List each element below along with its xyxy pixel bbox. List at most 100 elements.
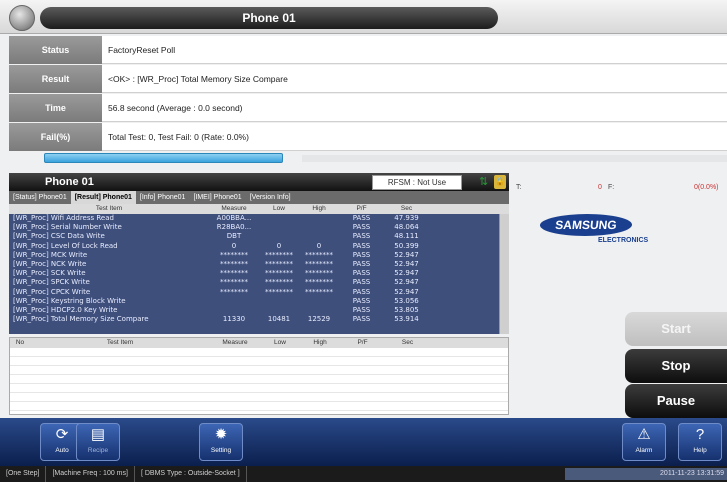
column-header[interactable]: Test Item [9, 204, 209, 214]
table-row[interactable]: [WR_Proc] CSC Data Write DBT PASS 48.111 [9, 232, 509, 241]
column-header[interactable]: P/F [339, 204, 384, 214]
table-row[interactable]: [WR_Proc] Total Memory Size Compare 11330… [9, 315, 509, 324]
tab-imei-phone01[interactable]: [IMEI] Phone01 [189, 191, 245, 204]
result-scrollbar[interactable] [499, 214, 509, 334]
table-cell: A00BBA... [216, 214, 252, 222]
column-header[interactable]: High [300, 338, 340, 348]
column-header[interactable]: Measure [209, 204, 259, 214]
column-header[interactable]: Test Item [30, 338, 210, 348]
fail-value: Total Test: 0, Test Fail: 0 (Rate: 0.0%) [102, 123, 727, 151]
table-cell: [WR_Proc] CSC Data Write [13, 232, 105, 241]
tab-status-phone01[interactable]: [Status] Phone01 [9, 191, 71, 204]
f-label: F: [608, 184, 615, 191]
column-header[interactable]: Low [260, 338, 300, 348]
column-header[interactable]: No [10, 338, 30, 348]
tab-version-info[interactable]: [Version Info] [246, 191, 295, 204]
table-row [10, 402, 508, 411]
table-cell [299, 306, 339, 315]
status-bar-item: [Machine Freq : 100 ms] [46, 466, 135, 482]
table-cell: ******** [305, 269, 333, 278]
window-orb-icon[interactable] [9, 5, 35, 31]
table-cell: [WR_Proc] Total Memory Size Compare [13, 315, 149, 324]
table-cell: PASS [352, 250, 371, 259]
sync-arrows-icon[interactable]: ⇅ [479, 175, 491, 189]
column-header[interactable]: P/F [340, 338, 385, 348]
table-cell: ******** [305, 287, 333, 296]
table-cell: [WR_Proc] Keystring Block Write [13, 296, 126, 305]
table-cell: R28BA0... [216, 223, 252, 232]
table-cell: ******** [220, 287, 248, 296]
column-header[interactable]: Sec [384, 204, 429, 214]
table-cell [299, 223, 339, 232]
table-cell: 52.947 [394, 250, 419, 259]
table-cell: ******** [220, 269, 248, 278]
table-cell: ******** [305, 278, 333, 287]
recipe-label: Recipe [87, 447, 109, 454]
table-cell: 50.399 [394, 241, 419, 250]
document-icon: ▤ [90, 426, 106, 443]
table-cell: [WR_Proc] SCK Write [13, 269, 86, 278]
stop-button[interactable]: Stop [625, 349, 727, 383]
lock-icon[interactable]: 🔒 [494, 175, 506, 189]
table-row [10, 357, 508, 366]
table-row[interactable]: [WR_Proc] Keystring Block Write PASS 53.05… [9, 297, 509, 306]
table-cell [299, 297, 339, 306]
table-cell: 0 [316, 241, 322, 250]
table-cell: 12529 [307, 315, 331, 324]
table-cell: [WR_Proc] HDCP2.0 Key Write [13, 305, 118, 314]
table-row[interactable]: [WR_Proc] HDCP2.0 Key Write PASS 53.805 [9, 306, 509, 315]
table-cell: ******** [265, 250, 293, 259]
result-table-body: [WR_Proc] Wifi Address Read A00BBA... PASS… [9, 214, 509, 324]
table-row[interactable]: [WR_Proc] Serial Number Write R28BA0... PA… [9, 223, 509, 232]
test-fail-summary: T: 0 F: 0(0.0%) [514, 178, 727, 192]
table-cell: ******** [305, 250, 333, 259]
table-cell: PASS [352, 241, 371, 250]
gear-icon: ✹ [214, 426, 228, 443]
table-cell: [WR_Proc] CPCK Write [13, 287, 91, 296]
table-cell: [WR_Proc] Wifi Address Read [13, 214, 114, 222]
table-row[interactable]: [WR_Proc] SPCK Write ******** ******** ****… [9, 278, 509, 287]
alarm-label: Alarm [635, 447, 653, 454]
table-cell [209, 306, 259, 315]
column-header[interactable]: Measure [210, 338, 260, 348]
table-row[interactable]: [WR_Proc] NCK Write ******** ******** *****… [9, 260, 509, 269]
recipe-button[interactable]: ▤ Recipe [76, 423, 120, 461]
tab-info-phone01[interactable]: [Info] Phone01 [136, 191, 190, 204]
tab-result-phone01[interactable]: [Result] Phone01 [70, 191, 136, 204]
table-cell: [WR_Proc] SPCK Write [13, 278, 90, 287]
secondary-table: No Test Item Measure Low High P/F Sec [9, 337, 509, 415]
help-button[interactable]: ? Help [678, 423, 722, 461]
table-cell: ******** [220, 259, 248, 268]
table-cell: 53.805 [394, 305, 419, 314]
table-cell: PASS [352, 296, 371, 305]
table-row[interactable]: [WR_Proc] SCK Write ******** ******** *****… [9, 269, 509, 278]
table-cell: 47.939 [394, 214, 419, 222]
table-cell: 48.064 [394, 223, 419, 232]
table-cell [209, 297, 259, 306]
table-row[interactable]: [WR_Proc] MCK Write ******** ******** *****… [9, 251, 509, 260]
pause-button[interactable]: Pause [625, 384, 727, 418]
column-header[interactable]: High [299, 204, 339, 214]
t-label: T: [516, 184, 522, 191]
table-cell: PASS [352, 223, 371, 232]
datetime-display: 2011-11-23 13:31:59 [565, 468, 727, 480]
start-button[interactable]: Start [625, 312, 727, 346]
alarm-button[interactable]: ⚠ Alarm [622, 423, 666, 461]
table-row[interactable]: [WR_Proc] Wifi Address Read A00BBA... PASS… [9, 214, 509, 223]
t-count: 0 [598, 184, 602, 191]
table-cell: 52.947 [394, 278, 419, 287]
column-header[interactable]: Sec [385, 338, 430, 348]
table-cell: ******** [265, 278, 293, 287]
table-cell [259, 223, 299, 232]
table-cell: 53.056 [394, 296, 419, 305]
setting-label: Setting [210, 447, 232, 454]
status-row: Status FactoryReset Poll [9, 36, 727, 65]
progress-bar [44, 153, 283, 163]
table-row[interactable]: [WR_Proc] CPCK Write ******** ******** ****… [9, 288, 509, 297]
setting-button[interactable]: ✹ Setting [199, 423, 243, 461]
column-header[interactable]: Low [259, 204, 299, 214]
table-cell: PASS [352, 232, 371, 241]
table-row[interactable]: [WR_Proc] Level Of Lock Read 0 0 0 PASS 50.39… [9, 242, 509, 251]
help-icon: ? [695, 426, 705, 443]
status-bar-item: [ DBMS Type : Outside-Socket ] [135, 466, 247, 482]
